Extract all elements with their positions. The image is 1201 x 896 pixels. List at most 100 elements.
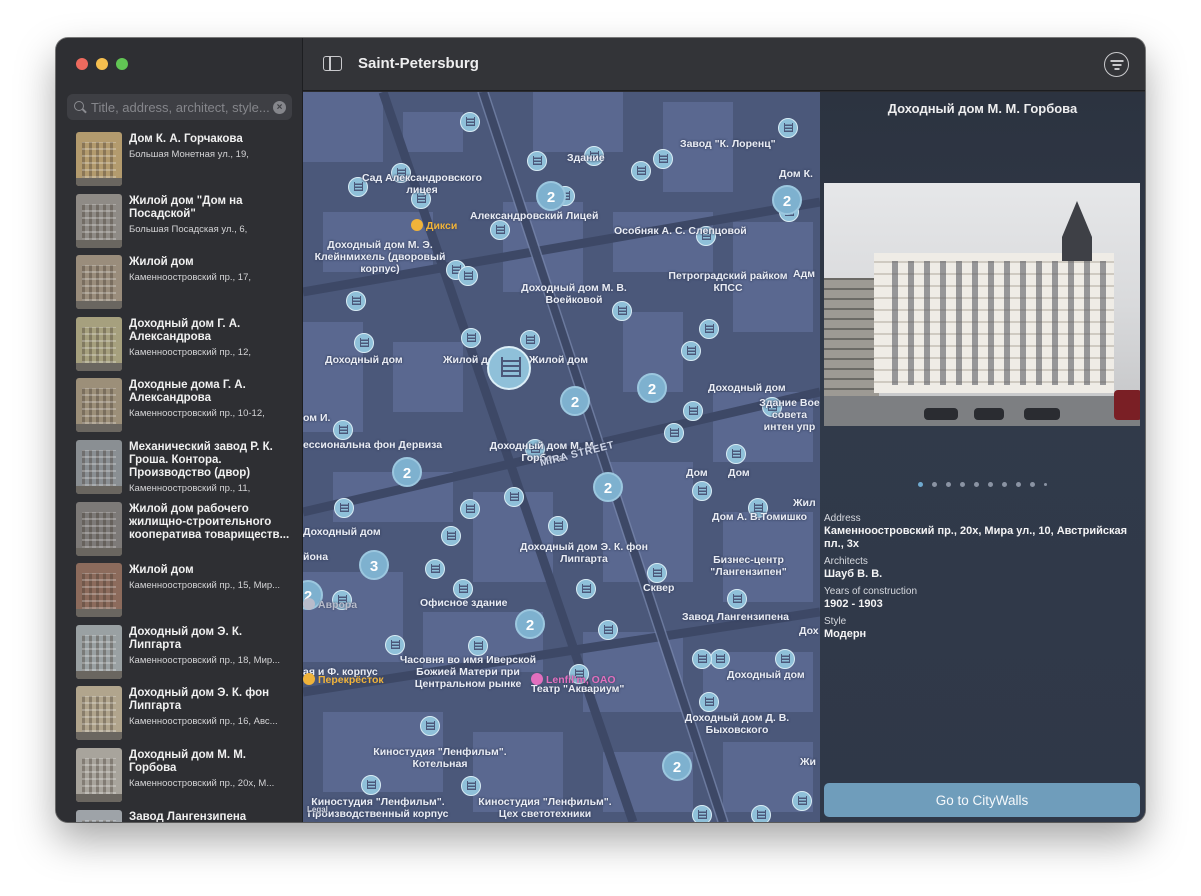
building-pin[interactable] (775, 649, 795, 669)
close-window-button[interactable] (76, 58, 88, 70)
page-dot[interactable] (1044, 483, 1047, 486)
building-pin[interactable] (354, 333, 374, 353)
cluster-marker[interactable]: 2 (662, 751, 692, 781)
building-pin[interactable] (453, 579, 473, 599)
info-value: Шауб В. В. (824, 568, 883, 580)
photo-page-indicator[interactable] (820, 482, 1145, 487)
poi-marker[interactable]: Перекрёсток (303, 673, 384, 686)
map-label: Дом А. В.Томишко (712, 511, 808, 523)
cluster-marker[interactable]: 2 (536, 181, 566, 211)
building-pin[interactable] (653, 149, 673, 169)
cluster-marker[interactable]: 2 (515, 609, 545, 639)
building-pin[interactable] (385, 635, 405, 655)
list-item[interactable]: Жилой дом рабочего жилищно-строительного… (56, 500, 303, 562)
poi-marker[interactable]: Lenfil'm, OAO (531, 673, 616, 686)
building-pin[interactable] (346, 291, 366, 311)
page-dot[interactable] (932, 482, 937, 487)
page-dot[interactable] (946, 482, 951, 487)
zoom-window-button[interactable] (116, 58, 128, 70)
building-pin[interactable] (699, 692, 719, 712)
building-pin[interactable] (468, 636, 488, 656)
building-pin[interactable] (461, 776, 481, 796)
list-item[interactable]: Доходный дом Э. К. фон Липгарта Каменноос… (56, 684, 303, 746)
building-pin[interactable] (490, 220, 510, 240)
map-label: Дом (728, 467, 750, 479)
list-item[interactable]: Доходный дом Э. К. Липгарта Каменноостров… (56, 623, 303, 685)
building-pin[interactable] (664, 423, 684, 443)
go-to-citywalls-button[interactable]: Go to CityWalls (824, 783, 1140, 817)
building-pin[interactable] (631, 161, 651, 181)
page-dot[interactable] (918, 482, 923, 487)
list-item[interactable]: Механический завод Р. К. Гроша. Контора.… (56, 438, 303, 500)
list-item[interactable]: Жилой дом Каменноостровский пр., 17, (56, 253, 303, 315)
cluster-marker[interactable]: 2 (560, 386, 590, 416)
building-pin[interactable] (420, 716, 440, 736)
building-photo[interactable] (824, 183, 1140, 426)
page-dot[interactable] (988, 482, 993, 487)
page-dot[interactable] (974, 482, 979, 487)
list-item[interactable]: Доходные дома Г. А. Александрова Каменноо… (56, 376, 303, 438)
list-item-text: Доходный дом Г. А. Александрова Каменноос… (129, 317, 295, 377)
building-pin[interactable] (778, 118, 798, 138)
building-pin[interactable] (460, 112, 480, 132)
building-pin[interactable] (548, 516, 568, 536)
page-dot[interactable] (1030, 482, 1035, 487)
building-pin[interactable] (692, 649, 712, 669)
list-item[interactable]: Дом К. А. Горчакова Большая Монетная ул.,… (56, 130, 303, 192)
building-pin[interactable] (520, 330, 540, 350)
building-pin[interactable] (726, 444, 746, 464)
list-item-text: Жилой дом Каменноостровский пр., 17, (129, 255, 295, 315)
building-pin[interactable] (441, 526, 461, 546)
building-pin[interactable] (425, 559, 445, 579)
page-dot[interactable] (960, 482, 965, 487)
list-item[interactable]: Доходный дом Г. А. Александрова Каменноос… (56, 315, 303, 377)
building-pin[interactable] (692, 805, 712, 822)
building-pin[interactable] (333, 420, 353, 440)
building-pin[interactable] (458, 266, 478, 286)
building-info: Address Каменноостровский пр., 20х, Мира … (824, 508, 1140, 641)
building-pin[interactable] (576, 579, 596, 599)
building-pin[interactable] (692, 481, 712, 501)
list-item[interactable]: Доходный дом М. М. Горбова Каменноостровс… (56, 746, 303, 808)
building-pin[interactable] (792, 791, 812, 811)
cluster-marker[interactable]: 2 (392, 457, 422, 487)
cluster-marker[interactable]: 2 (637, 373, 667, 403)
building-pin[interactable] (647, 563, 667, 583)
page-dot[interactable] (1002, 482, 1007, 487)
building-pin[interactable] (710, 649, 730, 669)
search-field[interactable]: × (67, 94, 292, 120)
list-item[interactable]: Жилой дом Каменноостровский пр., 15, Мир.… (56, 561, 303, 623)
map-label: Сквер (643, 582, 675, 594)
building-pin[interactable] (681, 341, 701, 361)
selected-building-pin[interactable] (487, 346, 531, 390)
cluster-marker[interactable]: 2 (772, 185, 802, 215)
building-pin[interactable] (460, 499, 480, 519)
building-pin[interactable] (751, 805, 771, 822)
poi-label: Lenfil'm, OAO (546, 674, 616, 686)
building-pin[interactable] (461, 328, 481, 348)
building-pin[interactable] (727, 589, 747, 609)
map-label: Киностудия "Ленфильм". Цех светотехники (478, 796, 612, 820)
sidebar-toggle-icon[interactable] (323, 56, 342, 71)
list-item[interactable]: Завод Лангензипена (56, 808, 303, 822)
building-pin[interactable] (598, 620, 618, 640)
search-input[interactable] (91, 99, 273, 115)
building-pin[interactable] (683, 401, 703, 421)
clear-search-icon[interactable]: × (273, 100, 286, 114)
page-dot[interactable] (1016, 482, 1021, 487)
building-pin[interactable] (334, 498, 354, 518)
filter-button[interactable] (1104, 52, 1129, 77)
poi-marker[interactable]: Аврора (303, 598, 357, 611)
building-pin[interactable] (699, 319, 719, 339)
minimize-window-button[interactable] (96, 58, 108, 70)
poi-marker[interactable]: Дикси (411, 219, 457, 232)
cluster-marker[interactable]: 2 (593, 472, 623, 502)
building-thumbnail (76, 316, 122, 371)
building-pin[interactable] (504, 487, 524, 507)
cluster-marker[interactable]: 3 (359, 550, 389, 580)
list-item[interactable]: Жилой дом "Дом на Посадской" Большая Поса… (56, 192, 303, 254)
map-legal-link[interactable]: Legal (307, 804, 328, 816)
building-pin[interactable] (361, 775, 381, 795)
map-view[interactable]: 2 2 2 2 2 3 2 2 2 2 Сад Александровского лицея Алек… (303, 92, 820, 822)
building-pin[interactable] (527, 151, 547, 171)
